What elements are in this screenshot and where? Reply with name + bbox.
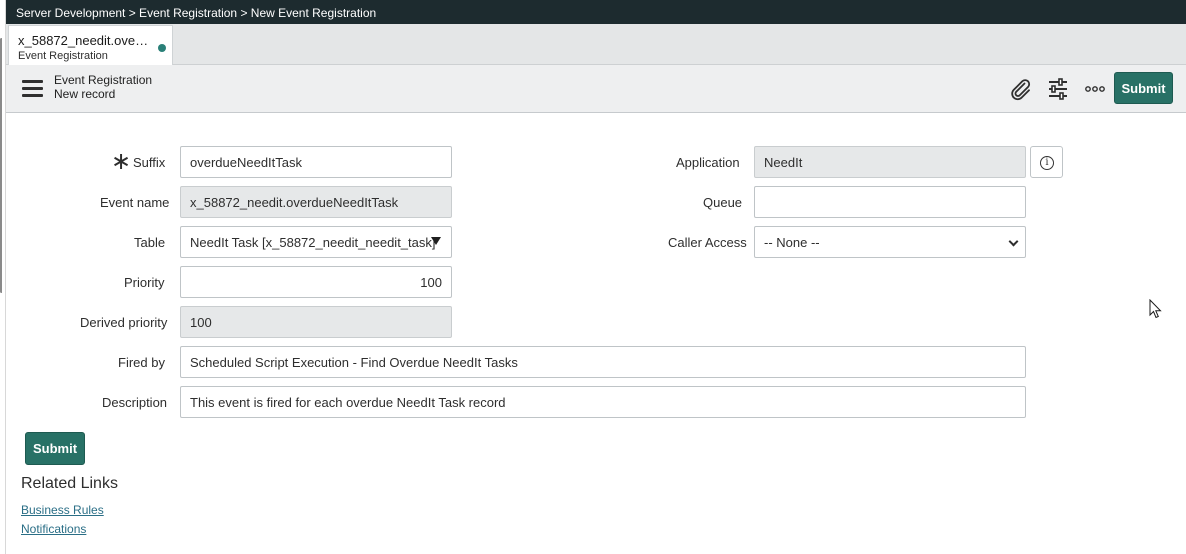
priority-input[interactable]: 100: [180, 266, 452, 298]
info-icon: i: [1040, 156, 1054, 170]
caller-access-value: -- None --: [764, 235, 820, 250]
tab-title: x_58872_needit.ove…: [18, 33, 148, 48]
tab-record[interactable]: x_58872_needit.ove… Event Registration: [8, 25, 173, 65]
left-panel-handle[interactable]: [0, 38, 3, 293]
related-links-heading: Related Links: [21, 475, 118, 492]
event-name-field: x_58872_needit.overdueNeedItTask: [180, 186, 452, 218]
caller-access-select[interactable]: -- None --: [754, 226, 1026, 258]
table-label: Table: [134, 235, 166, 250]
form-title: Event Registration: [54, 73, 153, 87]
application-label: Application: [676, 155, 740, 170]
chevron-down-icon: [1008, 236, 1019, 247]
application-field: NeedIt: [754, 146, 1026, 178]
derived-priority-field: 100: [180, 306, 452, 338]
mouse-cursor-icon: [1149, 299, 1162, 319]
tab-strip: x_58872_needit.ove… Event Registration: [6, 24, 1186, 65]
form-header: Event Registration New record Submit: [6, 65, 1186, 113]
description-label: Description: [102, 395, 168, 410]
description-input[interactable]: This event is fired for each overdue Nee…: [180, 386, 1026, 418]
tab-subtitle: Event Registration: [18, 50, 108, 62]
suffix-input[interactable]: overdueNeedItTask: [180, 146, 452, 178]
event-name-label: Event name: [100, 195, 170, 210]
table-select[interactable]: NeedIt Task [x_58872_needit_needit_task]: [180, 226, 452, 258]
fired-by-input[interactable]: Scheduled Script Execution - Find Overdu…: [180, 346, 1026, 378]
derived-priority-label: Derived priority: [80, 315, 168, 330]
form-subtitle: New record: [54, 87, 116, 101]
table-select-value: NeedIt Task [x_58872_needit_needit_task]: [190, 235, 436, 250]
required-asterisk-icon: ∗: [111, 148, 132, 175]
bottom-submit-button[interactable]: Submit: [25, 432, 85, 465]
application-info-button[interactable]: i: [1030, 146, 1063, 178]
paperclip-icon[interactable]: [1008, 77, 1032, 101]
queue-label: Queue: [703, 195, 743, 210]
priority-label: Priority: [124, 275, 165, 290]
more-options-icon[interactable]: [1083, 77, 1107, 101]
unsaved-indicator-dot: [158, 44, 166, 52]
sliders-icon[interactable]: [1046, 77, 1070, 101]
fired-by-label: Fired by: [118, 355, 165, 370]
business-rules-link[interactable]: Business Rules: [21, 503, 104, 517]
caller-access-label: Caller Access: [668, 235, 747, 250]
hamburger-menu-icon[interactable]: [22, 80, 43, 98]
header-submit-button[interactable]: Submit: [1114, 72, 1173, 104]
breadcrumb[interactable]: Server Development > Event Registration …: [6, 0, 1186, 24]
queue-input[interactable]: [754, 186, 1026, 218]
suffix-label: Suffix: [133, 155, 166, 170]
dropdown-caret-icon: [431, 237, 441, 245]
notifications-link[interactable]: Notifications: [21, 522, 86, 536]
